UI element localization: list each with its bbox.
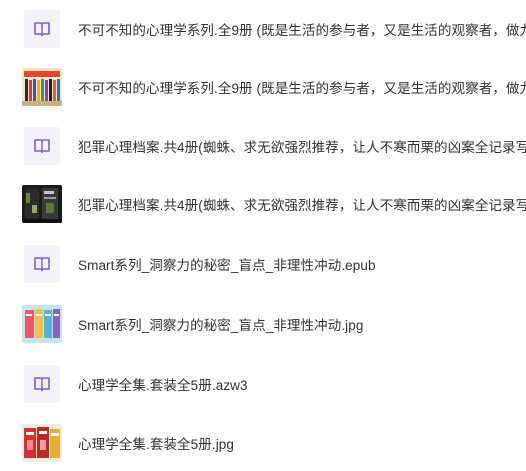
file-thumbnail xyxy=(22,364,62,404)
file-name: 犯罪心理档案.共4册(蜘蛛、求无欲强烈推荐，让人不寒而栗的凶案全记录写尽人性的黑… xyxy=(78,140,526,155)
book-cover-image xyxy=(22,424,62,462)
file-row[interactable]: Smart系列_洞察力的秘密_盲点_非理性冲动.jpg xyxy=(0,295,526,353)
file-thumbnail xyxy=(22,423,62,463)
file-row[interactable]: 犯罪心理档案.共4册(蜘蛛、求无欲强烈推荐，让人不寒而栗的凶案全记录写尽人性的黑… xyxy=(0,175,526,233)
ebook-icon xyxy=(24,365,60,403)
ebook-icon xyxy=(24,127,60,165)
file-name: 心理学全集.套装全5册.jpg xyxy=(78,437,235,452)
file-name: 不可不知的心理学系列.全9册 (既是生活的参与者，又是生活的观察者，做九型人格中… xyxy=(78,23,526,38)
file-row[interactable]: Smart系列_洞察力的秘密_盲点_非理性冲动.epub xyxy=(0,235,526,293)
file-name: Smart系列_洞察力的秘密_盲点_非理性冲动.jpg xyxy=(78,318,364,333)
file-name: Smart系列_洞察力的秘密_盲点_非理性冲动.epub xyxy=(78,258,376,273)
file-list: 不可不知的心理学系列.全9册 (既是生活的参与者，又是生活的观察者，做九型人格中… xyxy=(0,0,526,471)
book-cover-image xyxy=(22,68,62,106)
file-name: 不可不知的心理学系列.全9册 (既是生活的参与者，又是生活的观察者，做九型人格中… xyxy=(78,81,526,96)
file-row[interactable]: 不可不知的心理学系列.全9册 (既是生活的参与者，又是生活的观察者，做九型人格中… xyxy=(0,0,526,58)
file-row[interactable]: 心理学全集.套装全5册.jpg xyxy=(0,414,526,471)
file-thumbnail xyxy=(22,304,62,344)
ebook-icon xyxy=(24,10,60,48)
file-thumbnail xyxy=(22,244,62,284)
file-row[interactable]: 犯罪心理档案.共4册(蜘蛛、求无欲强烈推荐，让人不寒而栗的凶案全记录写尽人性的黑… xyxy=(0,117,526,175)
file-thumbnail xyxy=(22,67,62,107)
file-name: 心理学全集.套装全5册.azw3 xyxy=(78,378,248,393)
book-cover-image xyxy=(22,185,62,223)
file-thumbnail xyxy=(22,9,62,49)
file-thumbnail xyxy=(22,184,62,224)
file-name: 犯罪心理档案.共4册(蜘蛛、求无欲强烈推荐，让人不寒而栗的凶案全记录写尽人性的黑… xyxy=(78,198,526,213)
file-thumbnail xyxy=(22,126,62,166)
file-row[interactable]: 不可不知的心理学系列.全9册 (既是生活的参与者，又是生活的观察者，做九型人格中… xyxy=(0,58,526,116)
ebook-icon xyxy=(24,245,60,283)
book-cover-image xyxy=(22,305,62,343)
file-row[interactable]: 心理学全集.套装全5册.azw3 xyxy=(0,355,526,413)
